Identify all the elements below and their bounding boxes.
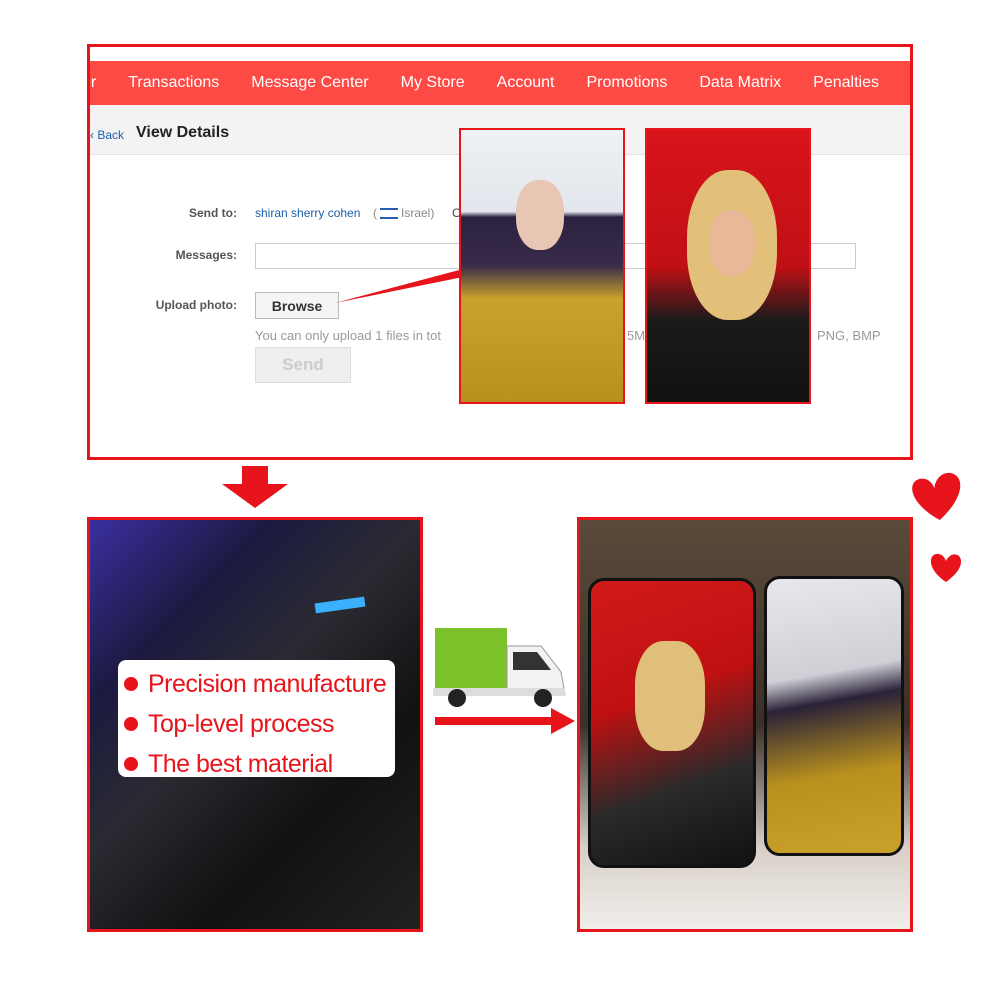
printed-portrait bbox=[635, 641, 705, 751]
messages-label: Messages: bbox=[175, 248, 237, 262]
sample-photo-2 bbox=[645, 128, 811, 404]
uv-light bbox=[314, 596, 366, 614]
nav-item-transactions[interactable]: Transactions bbox=[128, 74, 219, 92]
upload-photo-label: Upload photo: bbox=[155, 298, 237, 312]
recipient-country: (Israel) bbox=[373, 206, 435, 220]
nav-item-my-store[interactable]: My Store bbox=[401, 74, 465, 92]
delivery-truck-icon bbox=[433, 628, 575, 734]
bullet-icon bbox=[124, 757, 138, 771]
upload-hint: You can only upload 1 files in tot bbox=[255, 328, 441, 343]
recipient-link[interactable]: shiran sherry cohen bbox=[255, 206, 360, 220]
nav-item-penalties[interactable]: Penalties bbox=[813, 74, 879, 92]
hearts-icon bbox=[912, 472, 962, 582]
feature-item: The best material bbox=[124, 744, 395, 784]
feature-item: Top-level process bbox=[124, 704, 395, 744]
israel-flag-icon bbox=[380, 208, 398, 220]
send-to-label: Send to: bbox=[189, 206, 237, 220]
page-title: View Details bbox=[136, 124, 230, 141]
nav-item[interactable]: er bbox=[90, 74, 96, 92]
nav-item-data-matrix[interactable]: Data Matrix bbox=[699, 74, 781, 92]
bullet-icon bbox=[124, 717, 138, 731]
send-button[interactable]: Send bbox=[255, 347, 351, 383]
face-shape bbox=[709, 210, 755, 276]
face-shape bbox=[516, 180, 564, 250]
country-name: Israel bbox=[401, 206, 431, 220]
upload-hint-formats: PNG, BMP bbox=[817, 328, 881, 343]
nav-item-promotions[interactable]: Promotions bbox=[586, 74, 667, 92]
nav-bar: er Transactions Message Center My Store … bbox=[90, 61, 910, 105]
upload-hint-size: 5M bbox=[627, 328, 646, 343]
back-link[interactable]: ‹ Back bbox=[90, 128, 124, 142]
phone-case-red bbox=[588, 578, 756, 868]
pointer-arrow bbox=[335, 269, 463, 303]
nav-item-message-center[interactable]: Message Center bbox=[251, 74, 368, 92]
bullet-icon bbox=[124, 677, 138, 691]
printer-photo: Precision manufacture Top-level process … bbox=[87, 517, 423, 932]
down-arrow-icon bbox=[222, 466, 288, 508]
features-callout: Precision manufacture Top-level process … bbox=[118, 660, 395, 778]
browse-button[interactable]: Browse bbox=[255, 292, 339, 319]
feature-item: Precision manufacture bbox=[124, 664, 395, 704]
nav-item-account[interactable]: Account bbox=[497, 74, 555, 92]
phone-cases-photo bbox=[577, 517, 913, 932]
sample-photo-1 bbox=[459, 128, 625, 404]
phone-case-white bbox=[764, 576, 904, 856]
